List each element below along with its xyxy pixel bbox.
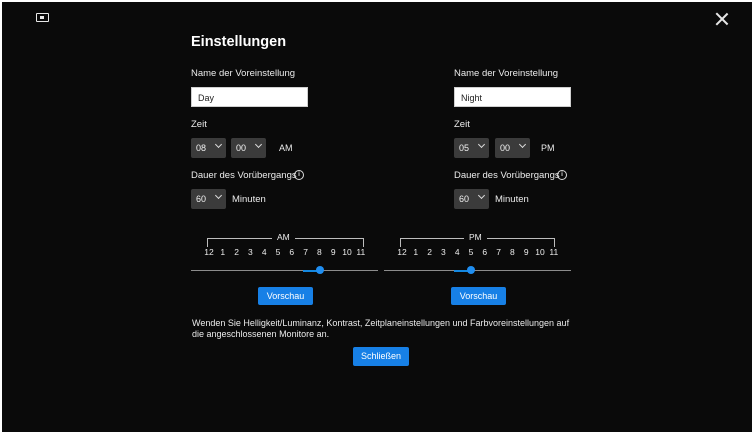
preset-name-input-day[interactable]: Day (191, 87, 308, 107)
tick-label: 6 (482, 247, 488, 257)
duration-unit-day: Minuten (232, 194, 266, 205)
chevron-down-icon (214, 191, 223, 200)
tick-label: 2 (427, 247, 432, 257)
tick-label: 12 (204, 247, 214, 257)
preset-name-label-night: Name der Voreinstellung (454, 68, 559, 79)
pm-slider-thumb[interactable] (467, 266, 475, 274)
minute-dropdown-day[interactable]: 00 (231, 138, 266, 158)
time-label-day: Zeit (191, 119, 207, 130)
tick-label: 8 (510, 247, 515, 257)
tick-label: 9 (330, 247, 336, 257)
tick-label: 10 (535, 247, 545, 257)
tick-label: 3 (248, 247, 253, 257)
chevron-down-icon (477, 191, 486, 200)
apply-message: Wenden Sie Helligkeit/Luminanz, Kontrast… (192, 318, 570, 339)
monitor-icon (36, 13, 49, 22)
tick-label: 1 (413, 247, 419, 257)
period-label-night: PM (541, 143, 555, 153)
tick-label: 4 (454, 247, 460, 257)
period-label-day: AM (279, 143, 293, 153)
tick-label: 1 (220, 247, 226, 257)
chevron-down-icon (214, 140, 223, 149)
preview-button-night[interactable]: Vorschau (451, 287, 506, 305)
close-icon[interactable] (715, 12, 729, 26)
preset-name-input-night[interactable]: Night (454, 87, 571, 107)
tick-label: 4 (261, 247, 267, 257)
tick-label: 10 (342, 247, 352, 257)
tick-label: 8 (317, 247, 322, 257)
chevron-down-icon (477, 140, 486, 149)
duration-dropdown-night[interactable]: 60 (454, 189, 489, 209)
am-scale-label: AM (272, 232, 295, 242)
duration-unit-night: Minuten (495, 194, 529, 205)
tick-label: 5 (468, 247, 474, 257)
info-icon[interactable]: i (557, 170, 567, 180)
tick-label: 9 (523, 247, 529, 257)
page-title: Einstellungen (191, 34, 287, 50)
hour-dropdown-day[interactable]: 08 (191, 138, 226, 158)
tick-label: 12 (397, 247, 407, 257)
minute-dropdown-night[interactable]: 00 (495, 138, 530, 158)
tick-label: 11 (356, 247, 366, 257)
tick-label: 6 (289, 247, 295, 257)
am-slider-thumb[interactable] (316, 266, 324, 274)
minute-value: 00 (236, 143, 247, 153)
duration-value: 60 (459, 194, 470, 204)
hour-value: 08 (196, 143, 207, 153)
info-icon[interactable]: i (294, 170, 304, 180)
pm-scale-label: PM (464, 232, 487, 242)
duration-dropdown-day[interactable]: 60 (191, 189, 226, 209)
settings-window: Einstellungen Name der Voreinstellung Da… (2, 2, 752, 432)
duration-label-day: Dauer des Vorübergangs (191, 170, 297, 181)
tick-label: 7 (303, 247, 308, 257)
tick-label: 7 (496, 247, 501, 257)
minute-value: 00 (500, 143, 511, 153)
chevron-down-icon (518, 140, 527, 149)
preset-name-label-day: Name der Voreinstellung (191, 68, 296, 79)
tick-label: 2 (234, 247, 239, 257)
hour-dropdown-night[interactable]: 05 (454, 138, 489, 158)
duration-value: 60 (196, 194, 207, 204)
tick-label: 11 (549, 247, 559, 257)
pm-slider-track[interactable] (384, 269, 571, 272)
time-label-night: Zeit (454, 119, 470, 130)
hour-value: 05 (459, 143, 470, 153)
close-button[interactable]: Schließen (353, 347, 409, 366)
tick-label: 5 (275, 247, 281, 257)
preview-button-day[interactable]: Vorschau (258, 287, 313, 305)
duration-label-night: Dauer des Vorübergangs (454, 170, 560, 181)
chevron-down-icon (254, 140, 263, 149)
tick-label: 3 (441, 247, 446, 257)
am-slider-track[interactable] (191, 269, 378, 272)
